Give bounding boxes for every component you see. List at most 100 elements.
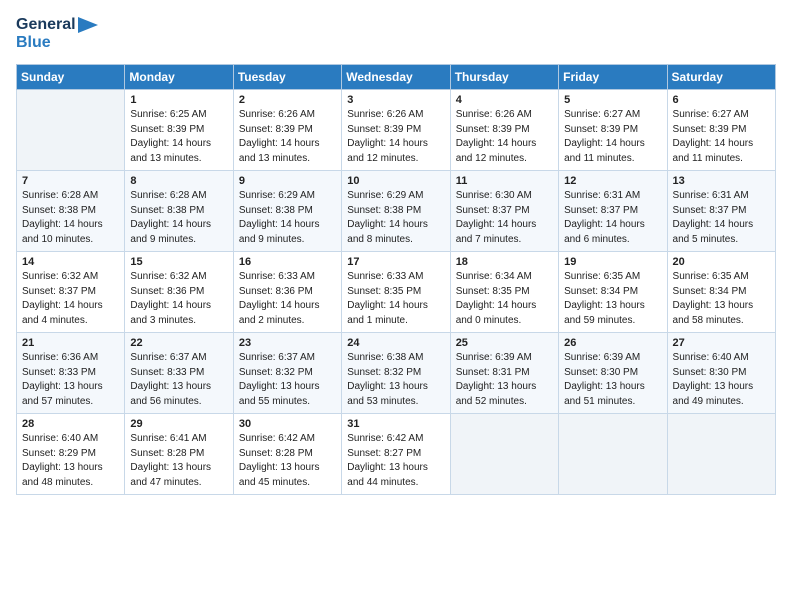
day-number: 9 [239, 175, 336, 187]
day-number: 6 [673, 94, 770, 106]
day-number: 4 [456, 94, 553, 106]
calendar-week-row: 21 Sunrise: 6:36 AMSunset: 8:33 PMDayligh… [17, 333, 776, 414]
day-number: 30 [239, 418, 336, 430]
logo: General Blue [16, 16, 98, 52]
day-number: 15 [130, 256, 227, 268]
cell-info: Sunrise: 6:37 AMSunset: 8:33 PMDaylight:… [130, 351, 227, 409]
day-number: 13 [673, 175, 770, 187]
day-number: 20 [673, 256, 770, 268]
calendar-cell: 7 Sunrise: 6:28 AMSunset: 8:38 PMDaylight… [17, 171, 125, 252]
calendar-cell: 31 Sunrise: 6:42 AMSunset: 8:27 PMDayligh… [342, 414, 450, 495]
calendar-cell: 20 Sunrise: 6:35 AMSunset: 8:34 PMDayligh… [667, 252, 775, 333]
calendar-cell: 13 Sunrise: 6:31 AMSunset: 8:37 PMDayligh… [667, 171, 775, 252]
calendar-cell: 17 Sunrise: 6:33 AMSunset: 8:35 PMDayligh… [342, 252, 450, 333]
cell-info: Sunrise: 6:35 AMSunset: 8:34 PMDaylight:… [673, 270, 770, 328]
day-number: 24 [347, 337, 444, 349]
day-number: 7 [22, 175, 119, 187]
day-number: 16 [239, 256, 336, 268]
cell-info: Sunrise: 6:29 AMSunset: 8:38 PMDaylight:… [239, 189, 336, 247]
calendar-cell: 26 Sunrise: 6:39 AMSunset: 8:30 PMDayligh… [559, 333, 667, 414]
day-number: 19 [564, 256, 661, 268]
calendar-cell: 16 Sunrise: 6:33 AMSunset: 8:36 PMDayligh… [233, 252, 341, 333]
cell-info: Sunrise: 6:39 AMSunset: 8:31 PMDaylight:… [456, 351, 553, 409]
calendar-cell: 4Sunrise: 6:26 AMSunset: 8:39 PMDaylight… [450, 90, 558, 171]
calendar-cell: 18 Sunrise: 6:34 AMSunset: 8:35 PMDayligh… [450, 252, 558, 333]
day-number: 28 [22, 418, 119, 430]
calendar-week-row: 28 Sunrise: 6:40 AMSunset: 8:29 PMDayligh… [17, 414, 776, 495]
day-number: 26 [564, 337, 661, 349]
cell-info: Sunrise: 6:29 AMSunset: 8:38 PMDaylight:… [347, 189, 444, 247]
calendar-cell [667, 414, 775, 495]
calendar-cell: 10 Sunrise: 6:29 AMSunset: 8:38 PMDayligh… [342, 171, 450, 252]
cell-info: Sunrise: 6:41 AMSunset: 8:28 PMDaylight:… [130, 432, 227, 490]
cell-info: Sunrise: 6:40 AMSunset: 8:29 PMDaylight:… [22, 432, 119, 490]
cell-info: Sunrise: 6:36 AMSunset: 8:33 PMDaylight:… [22, 351, 119, 409]
calendar-cell [450, 414, 558, 495]
day-number: 31 [347, 418, 444, 430]
calendar-table: SundayMondayTuesdayWednesdayThursdayFrid… [16, 64, 776, 495]
day-number: 23 [239, 337, 336, 349]
logo-blue: Blue [16, 34, 51, 52]
calendar-cell: 27 Sunrise: 6:40 AMSunset: 8:30 PMDayligh… [667, 333, 775, 414]
calendar-cell: 28 Sunrise: 6:40 AMSunset: 8:29 PMDayligh… [17, 414, 125, 495]
calendar-cell: 12Sunrise: 6:31 AMSunset: 8:37 PMDayligh… [559, 171, 667, 252]
cell-info: Sunrise: 6:32 AMSunset: 8:36 PMDaylight:… [130, 270, 227, 328]
cell-info: Sunrise: 6:37 AMSunset: 8:32 PMDaylight:… [239, 351, 336, 409]
logo-graphic: General Blue [16, 16, 98, 52]
cell-info: Sunrise: 6:34 AMSunset: 8:35 PMDaylight:… [456, 270, 553, 328]
cell-info: Sunrise: 6:39 AMSunset: 8:30 PMDaylight:… [564, 351, 661, 409]
column-header-friday: Friday [559, 65, 667, 90]
day-number: 5 [564, 94, 661, 106]
calendar-cell: 5 Sunrise: 6:27 AMSunset: 8:39 PMDaylight… [559, 90, 667, 171]
day-number: 10 [347, 175, 444, 187]
page-header: General Blue [16, 16, 776, 52]
day-number: 18 [456, 256, 553, 268]
cell-info: Sunrise: 6:26 AMSunset: 8:39 PMDaylight:… [239, 108, 336, 166]
calendar-cell [559, 414, 667, 495]
calendar-cell: 15 Sunrise: 6:32 AMSunset: 8:36 PMDayligh… [125, 252, 233, 333]
calendar-cell: 19 Sunrise: 6:35 AMSunset: 8:34 PMDayligh… [559, 252, 667, 333]
cell-info: Sunrise: 6:31 AMSunset: 8:37 PMDaylight:… [673, 189, 770, 247]
day-number: 17 [347, 256, 444, 268]
column-header-sunday: Sunday [17, 65, 125, 90]
cell-info: Sunrise: 6:42 AMSunset: 8:27 PMDaylight:… [347, 432, 444, 490]
cell-info: Sunrise: 6:38 AMSunset: 8:32 PMDaylight:… [347, 351, 444, 409]
cell-info: Sunrise: 6:35 AMSunset: 8:34 PMDaylight:… [564, 270, 661, 328]
calendar-week-row: 14 Sunrise: 6:32 AMSunset: 8:37 PMDayligh… [17, 252, 776, 333]
calendar-cell: 14 Sunrise: 6:32 AMSunset: 8:37 PMDayligh… [17, 252, 125, 333]
calendar-cell: 3Sunrise: 6:26 AMSunset: 8:39 PMDaylight… [342, 90, 450, 171]
cell-info: Sunrise: 6:40 AMSunset: 8:30 PMDaylight:… [673, 351, 770, 409]
day-number: 3 [347, 94, 444, 106]
column-header-saturday: Saturday [667, 65, 775, 90]
cell-info: Sunrise: 6:27 AMSunset: 8:39 PMDaylight:… [673, 108, 770, 166]
column-header-tuesday: Tuesday [233, 65, 341, 90]
calendar-week-row: 7 Sunrise: 6:28 AMSunset: 8:38 PMDaylight… [17, 171, 776, 252]
calendar-cell: 6 Sunrise: 6:27 AMSunset: 8:39 PMDaylight… [667, 90, 775, 171]
calendar-week-row: 1Sunrise: 6:25 AMSunset: 8:39 PMDaylight… [17, 90, 776, 171]
day-number: 12 [564, 175, 661, 187]
cell-info: Sunrise: 6:33 AMSunset: 8:36 PMDaylight:… [239, 270, 336, 328]
cell-info: Sunrise: 6:28 AMSunset: 8:38 PMDaylight:… [130, 189, 227, 247]
calendar-cell [17, 90, 125, 171]
day-number: 14 [22, 256, 119, 268]
calendar-cell: 30Sunrise: 6:42 AMSunset: 8:28 PMDayligh… [233, 414, 341, 495]
cell-info: Sunrise: 6:32 AMSunset: 8:37 PMDaylight:… [22, 270, 119, 328]
day-number: 29 [130, 418, 227, 430]
day-number: 2 [239, 94, 336, 106]
day-number: 27 [673, 337, 770, 349]
cell-info: Sunrise: 6:33 AMSunset: 8:35 PMDaylight:… [347, 270, 444, 328]
cell-info: Sunrise: 6:25 AMSunset: 8:39 PMDaylight:… [130, 108, 227, 166]
calendar-cell: 1Sunrise: 6:25 AMSunset: 8:39 PMDaylight… [125, 90, 233, 171]
cell-info: Sunrise: 6:30 AMSunset: 8:37 PMDaylight:… [456, 189, 553, 247]
day-number: 21 [22, 337, 119, 349]
logo-general: General [16, 16, 76, 34]
cell-info: Sunrise: 6:27 AMSunset: 8:39 PMDaylight:… [564, 108, 661, 166]
calendar-cell: 8Sunrise: 6:28 AMSunset: 8:38 PMDaylight… [125, 171, 233, 252]
cell-info: Sunrise: 6:28 AMSunset: 8:38 PMDaylight:… [22, 189, 119, 247]
day-number: 22 [130, 337, 227, 349]
calendar-cell: 23 Sunrise: 6:37 AMSunset: 8:32 PMDayligh… [233, 333, 341, 414]
calendar-cell: 29 Sunrise: 6:41 AMSunset: 8:28 PMDayligh… [125, 414, 233, 495]
calendar-cell: 11Sunrise: 6:30 AMSunset: 8:37 PMDayligh… [450, 171, 558, 252]
calendar-cell: 2 Sunrise: 6:26 AMSunset: 8:39 PMDaylight… [233, 90, 341, 171]
calendar-cell: 25Sunrise: 6:39 AMSunset: 8:31 PMDayligh… [450, 333, 558, 414]
